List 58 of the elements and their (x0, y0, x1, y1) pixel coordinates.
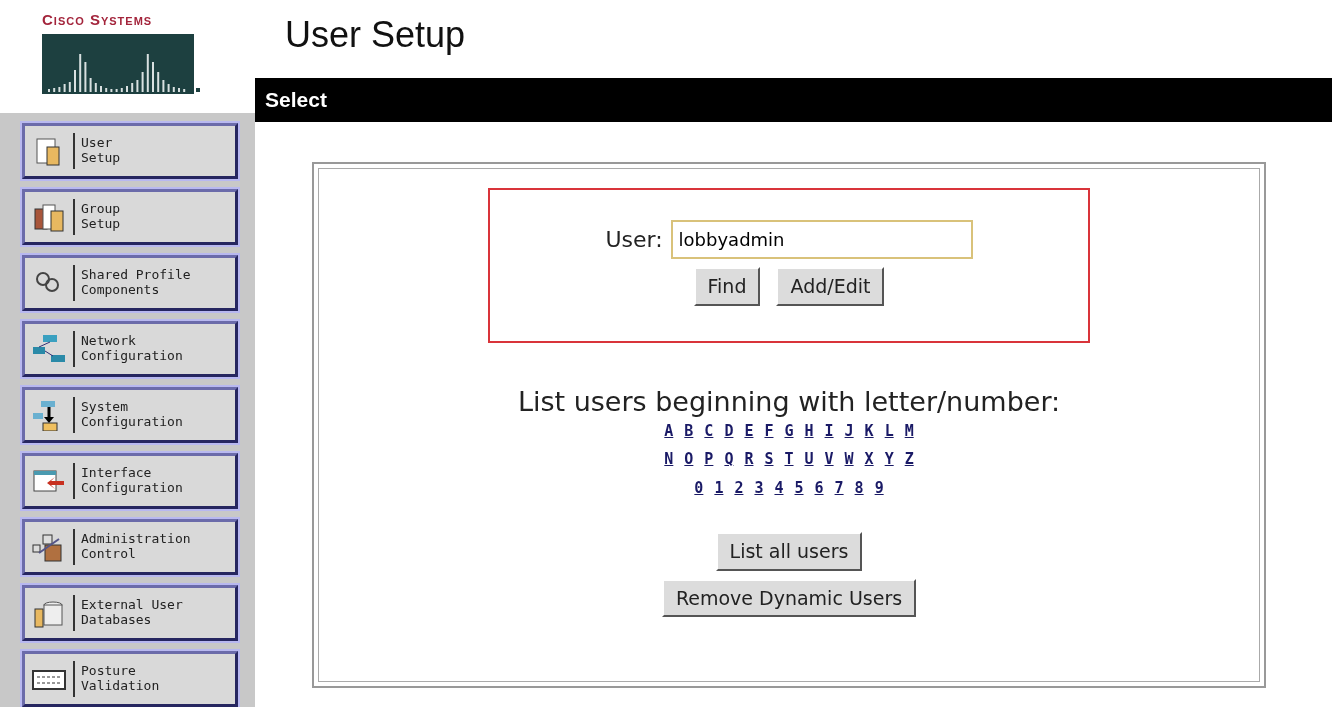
action-button[interactable]: Find (693, 267, 761, 306)
letter-link[interactable]: 6 (814, 473, 824, 503)
letter-link[interactable]: E (744, 416, 754, 446)
menu-item-icon (31, 201, 67, 233)
menu-item-icon (31, 333, 67, 365)
letter-link[interactable]: L (884, 416, 894, 446)
letter-link[interactable]: O (684, 445, 694, 474)
logo-bars-icon (42, 34, 202, 94)
letter-link[interactable]: 7 (834, 473, 844, 503)
user-label: User: (605, 226, 663, 254)
logo-text: Cisco Systems (42, 12, 153, 29)
letter-link[interactable]: 3 (754, 473, 764, 503)
letter-link[interactable]: M (904, 416, 914, 446)
letter-link[interactable]: U (804, 445, 814, 474)
letter-link[interactable]: X (864, 445, 874, 474)
letter-link[interactable]: K (864, 416, 874, 446)
letter-link[interactable]: 0 (694, 473, 704, 503)
section-header: Select (255, 78, 1332, 122)
action-button[interactable]: List all users (715, 532, 863, 571)
sidebar-item[interactable]: User Setup (22, 123, 238, 179)
letter-link[interactable]: W (844, 445, 854, 474)
letter-link[interactable]: A (664, 416, 674, 446)
sidebar-item[interactable]: External User Databases (22, 585, 238, 641)
letter-link[interactable]: D (724, 416, 734, 446)
sidebar-item[interactable]: Group Setup (22, 189, 238, 245)
letter-link[interactable]: T (784, 445, 794, 474)
letter-link[interactable]: 1 (714, 473, 724, 503)
sidebar-item[interactable]: Shared Profile Components (22, 255, 238, 311)
letter-link[interactable]: B (684, 416, 694, 446)
letter-link[interactable]: H (804, 416, 814, 446)
letter-link[interactable]: R (744, 445, 754, 474)
letter-link[interactable]: 8 (854, 473, 864, 503)
letter-link[interactable]: V (824, 445, 834, 474)
letter-link[interactable]: 2 (734, 473, 744, 503)
sidebar-item[interactable]: System Configuration (22, 387, 238, 443)
letter-link[interactable]: G (784, 416, 794, 446)
user-field[interactable]: lobbyadmin (670, 220, 973, 259)
letter-link[interactable]: J (844, 416, 854, 446)
sidebar-item[interactable]: Interface Configuration (22, 453, 238, 509)
letter-link[interactable]: Z (904, 445, 914, 474)
letter-link[interactable]: F (764, 416, 774, 446)
letter-link[interactable]: I (824, 416, 834, 446)
letter-link[interactable]: 9 (874, 473, 884, 503)
letter-link[interactable]: S (764, 445, 774, 474)
action-button[interactable]: Remove Dynamic Users (661, 578, 917, 618)
sidebar-item[interactable]: Posture Validation (22, 651, 238, 707)
action-button[interactable]: Add/Edit (776, 267, 885, 306)
sidebar-item[interactable]: Network Configuration (22, 321, 238, 377)
sidebar-item[interactable]: Administration Control (22, 519, 238, 575)
list-prompt: List users beginning with letter/number: (517, 387, 1061, 417)
letter-link[interactable]: 5 (794, 473, 804, 503)
page-title: User Setup (285, 13, 466, 57)
letter-link[interactable]: Y (884, 445, 894, 474)
letter-link[interactable]: P (704, 445, 714, 474)
letter-link[interactable]: 4 (774, 473, 784, 503)
letter-link[interactable]: C (704, 416, 714, 446)
letter-link[interactable]: N (664, 445, 674, 474)
letter-link[interactable]: Q (724, 445, 734, 474)
